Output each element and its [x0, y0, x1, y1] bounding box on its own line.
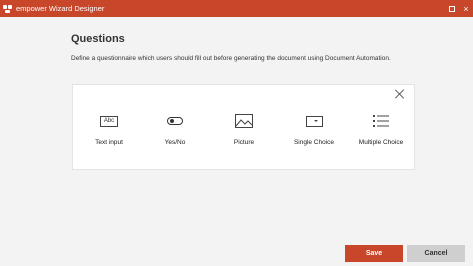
maximize-icon: [449, 5, 455, 12]
close-icon[interactable]: [394, 88, 406, 100]
close-window-button[interactable]: ×: [459, 0, 473, 17]
question-type-multiple-choice[interactable]: Multiple Choice: [351, 113, 411, 147]
page-title: Questions: [71, 33, 125, 45]
question-type-picture[interactable]: Picture: [214, 113, 274, 147]
title-bar: empower Wizard Designer ×: [0, 0, 473, 17]
text-input-icon: Abc: [100, 115, 118, 127]
question-type-label: Picture: [233, 139, 255, 146]
picture-icon: [235, 114, 253, 128]
window-title: empower Wizard Designer: [16, 4, 105, 13]
question-type-yes-no[interactable]: Yes/No: [145, 113, 205, 147]
app-logo-icon: [3, 4, 13, 14]
question-type-picker: Abc Text input Yes/No Picture Single Cho…: [72, 84, 415, 170]
question-type-text-input[interactable]: Abc Text input: [79, 113, 139, 147]
page-description: Define a questionnaire which users shoul…: [71, 55, 391, 62]
toggle-icon: [167, 117, 183, 125]
question-type-label: Single Choice: [293, 139, 335, 146]
save-button[interactable]: Save: [345, 245, 403, 262]
maximize-button[interactable]: [445, 0, 459, 17]
question-type-label: Text input: [95, 139, 123, 146]
cancel-button[interactable]: Cancel: [407, 245, 465, 262]
question-type-label: Multiple Choice: [358, 139, 404, 146]
dropdown-icon: [305, 115, 323, 127]
list-icon: [373, 115, 389, 127]
question-type-single-choice[interactable]: Single Choice: [284, 113, 344, 147]
question-type-label: Yes/No: [164, 139, 186, 146]
